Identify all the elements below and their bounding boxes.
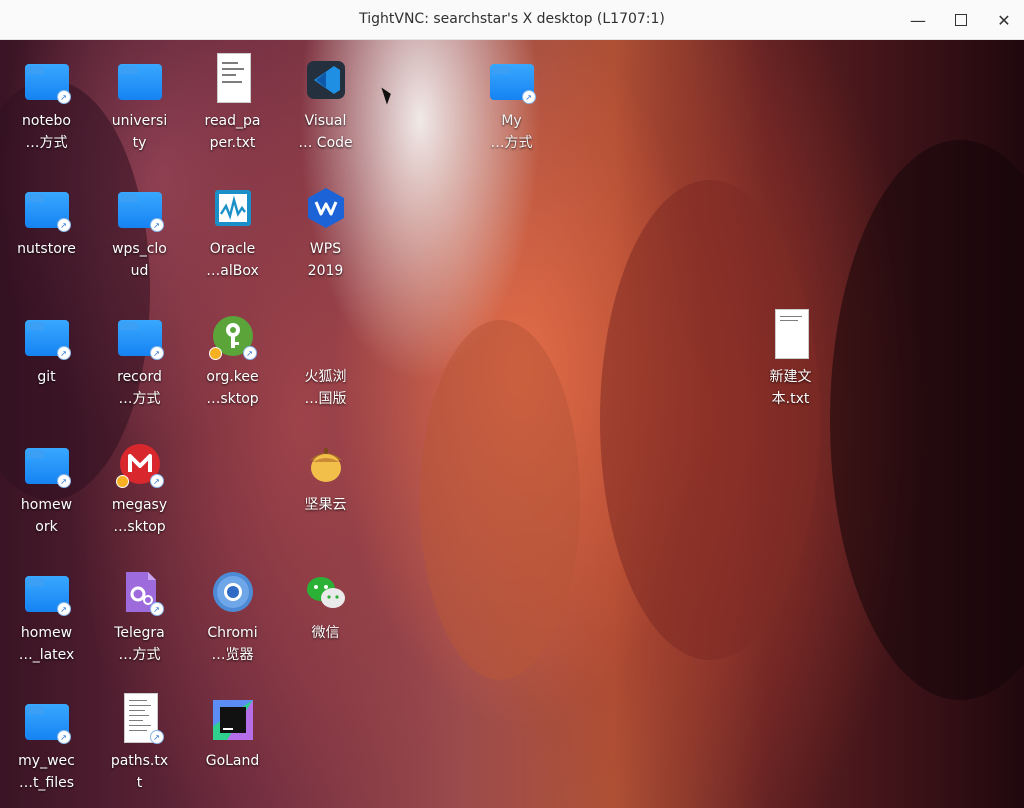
text-file-icon: ↗ bbox=[118, 693, 164, 744]
minimize-button[interactable]: — bbox=[906, 8, 930, 32]
desktop-icon-new-text-file[interactable]: 新建文 本.txt bbox=[744, 296, 837, 424]
desktop-icon-nutstore-app[interactable]: 坚果云 bbox=[279, 424, 372, 552]
desktop-icon-firefox-china[interactable]: 火狐浏 …国版 bbox=[279, 296, 372, 424]
settings-file-icon: ↗ bbox=[118, 570, 164, 616]
desktop-icon-label: 新建文 本.txt bbox=[769, 369, 812, 407]
desktop-icon-university[interactable]: universi ty bbox=[93, 40, 186, 168]
desktop-icon-git[interactable]: ↗ git bbox=[0, 296, 93, 424]
folder-icon: ↗ bbox=[24, 58, 71, 104]
desktop-icon-label: git bbox=[37, 369, 56, 385]
desktop-icon-label: paths.tx t bbox=[110, 753, 169, 791]
close-icon: ✕ bbox=[997, 10, 1011, 30]
desktop-icon-chromium[interactable]: Chromi …览器 bbox=[186, 552, 279, 680]
desktop-icon-my-shortcut[interactable]: ↗ My …方式 bbox=[465, 40, 558, 168]
desktop-icon-label: GoLand bbox=[205, 753, 260, 769]
desktop-icon-wps[interactable]: WPS 2019 bbox=[279, 168, 372, 296]
desktop-icon-label: 火狐浏 …国版 bbox=[304, 369, 347, 407]
desktop-icon-label: 坚果云 bbox=[304, 497, 347, 513]
minimize-icon: — bbox=[910, 10, 926, 30]
folder-icon: ↗ bbox=[24, 698, 71, 744]
window-titlebar[interactable]: TightVNC: searchstar's X desktop (L1707:… bbox=[0, 0, 1024, 40]
keepass-icon: ↗ bbox=[208, 314, 257, 360]
acorn-icon bbox=[304, 442, 348, 486]
desktop-icon-label: notebo …方式 bbox=[22, 113, 71, 151]
desktop-icon-homework[interactable]: ↗ homew ork bbox=[0, 424, 93, 552]
window-title: TightVNC: searchstar's X desktop (L1707:… bbox=[359, 11, 665, 27]
desktop-icon-label: Telegra …方式 bbox=[114, 625, 165, 663]
mouse-cursor bbox=[381, 85, 394, 105]
folder-icon: ↗ bbox=[24, 186, 71, 232]
folder-icon: ↗ bbox=[24, 442, 71, 488]
desktop-icon-wechat[interactable]: 微信 bbox=[279, 552, 372, 680]
desktop-icon-goland[interactable]: GoLand bbox=[186, 680, 279, 808]
folder-icon: ↗ bbox=[24, 570, 71, 616]
text-file-icon bbox=[211, 53, 255, 103]
desktop-icon-paths-txt[interactable]: ↗ paths.tx t bbox=[93, 680, 186, 808]
desktop-icon-label: 微信 bbox=[311, 625, 340, 641]
desktop-icon-label: universi ty bbox=[111, 113, 168, 151]
desktop-icon-label: homew …_latex bbox=[18, 625, 75, 663]
desktop-icon-label: My …方式 bbox=[490, 113, 533, 151]
desktop-icon-homework-latex[interactable]: ↗ homew …_latex bbox=[0, 552, 93, 680]
folder-icon: ↗ bbox=[489, 58, 536, 104]
folder-icon: ↗ bbox=[117, 314, 164, 360]
firefox-icon bbox=[304, 314, 348, 358]
desktop-icon-wps-cloud[interactable]: ↗ wps_clo ud bbox=[93, 168, 186, 296]
maximize-button[interactable] bbox=[949, 8, 973, 32]
desktop-icon-visual-studio-code[interactable]: Visual … Code bbox=[279, 40, 372, 168]
vnc-window: TightVNC: searchstar's X desktop (L1707:… bbox=[0, 0, 1024, 808]
desktop-icon-label: record …方式 bbox=[117, 369, 162, 407]
maximize-icon bbox=[955, 14, 967, 26]
desktop-icon-virtualbox[interactable]: Oracle …alBox bbox=[186, 168, 279, 296]
desktop-icon-label: WPS 2019 bbox=[307, 241, 344, 279]
virtualbox-icon bbox=[211, 186, 255, 230]
desktop-icon-label: nutstore bbox=[17, 241, 76, 257]
desktop-icon-notebook[interactable]: ↗ notebo …方式 bbox=[0, 40, 93, 168]
desktop-icon-record-shortcut[interactable]: ↗ record …方式 bbox=[93, 296, 186, 424]
wps-icon bbox=[304, 186, 348, 230]
folder-icon: ↗ bbox=[24, 314, 71, 360]
desktop-icon-label: org.kee …sktop bbox=[206, 369, 259, 407]
close-button[interactable]: ✕ bbox=[992, 8, 1016, 32]
vscode-icon bbox=[304, 58, 348, 102]
desktop-area[interactable]: ↗ notebo …方式 universi ty read_pa per.txt… bbox=[0, 40, 1024, 808]
desktop-icon-telegram-shortcut[interactable]: ↗ Telegra …方式 bbox=[93, 552, 186, 680]
desktop-icon-label: homew ork bbox=[20, 497, 73, 535]
desktop-icon-read-paper[interactable]: read_pa per.txt bbox=[186, 40, 279, 168]
mega-icon: ↗ bbox=[115, 442, 164, 488]
desktop-icon-label: Chromi …览器 bbox=[207, 625, 258, 663]
desktop-icon-nutstore[interactable]: ↗ nutstore bbox=[0, 168, 93, 296]
desktop-icon-label: my_wec …t_files bbox=[18, 753, 75, 791]
folder-icon: ↗ bbox=[117, 186, 164, 232]
desktop-icon-my-wechat-files[interactable]: ↗ my_wec …t_files bbox=[0, 680, 93, 808]
desktop-icon-megasync[interactable]: ↗ megasy …sktop bbox=[93, 424, 186, 552]
desktop-icon-label: Visual … Code bbox=[298, 113, 353, 151]
desktop-icon-label: megasy …sktop bbox=[111, 497, 168, 535]
wechat-icon bbox=[304, 570, 348, 614]
goland-icon bbox=[211, 698, 255, 742]
chromium-icon bbox=[211, 570, 255, 614]
folder-icon bbox=[117, 58, 162, 102]
desktop-icon-label: wps_clo ud bbox=[112, 241, 167, 279]
desktop-icon-keepassxc[interactable]: ↗ org.kee …sktop bbox=[186, 296, 279, 424]
text-file-icon bbox=[769, 309, 813, 359]
desktop-icon-label: Oracle …alBox bbox=[206, 241, 259, 279]
desktop-icon-label: read_pa per.txt bbox=[204, 113, 261, 151]
